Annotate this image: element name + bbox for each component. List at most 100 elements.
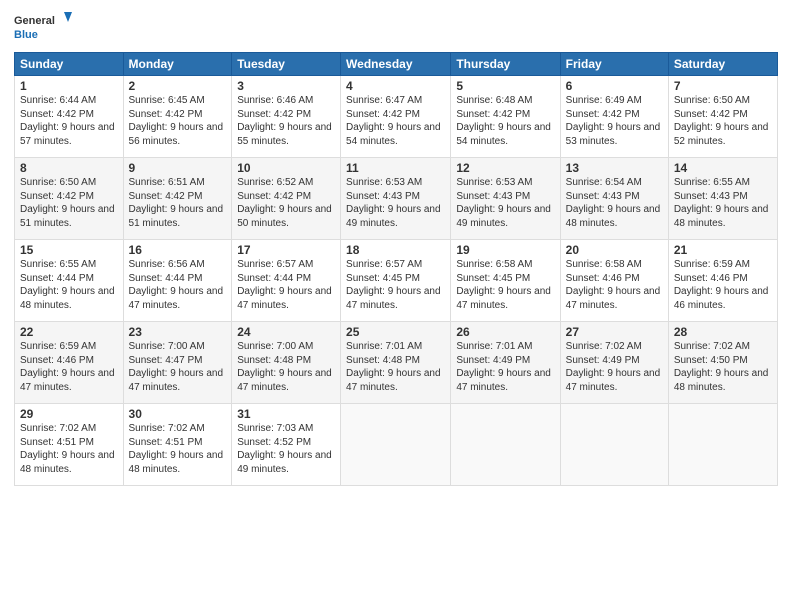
day-cell-19: 19Sunrise: 6:58 AMSunset: 4:45 PMDayligh… xyxy=(451,240,560,322)
day-cell-21: 21Sunrise: 6:59 AMSunset: 4:46 PMDayligh… xyxy=(668,240,777,322)
day-cell-29: 29Sunrise: 7:02 AMSunset: 4:51 PMDayligh… xyxy=(15,404,124,486)
day-info: Sunrise: 7:02 AMSunset: 4:51 PMDaylight:… xyxy=(20,422,118,476)
day-info: Sunrise: 6:58 AMSunset: 4:46 PMDaylight:… xyxy=(566,258,663,312)
logo: General Blue xyxy=(14,10,74,46)
day-number: 19 xyxy=(456,243,554,257)
day-cell-9: 9Sunrise: 6:51 AMSunset: 4:42 PMDaylight… xyxy=(123,158,232,240)
day-number: 28 xyxy=(674,325,772,339)
day-cell-2: 2Sunrise: 6:45 AMSunset: 4:42 PMDaylight… xyxy=(123,76,232,158)
day-number: 25 xyxy=(346,325,445,339)
day-number: 29 xyxy=(20,407,118,421)
day-info: Sunrise: 6:50 AMSunset: 4:42 PMDaylight:… xyxy=(674,94,772,148)
day-cell-1: 1Sunrise: 6:44 AMSunset: 4:42 PMDaylight… xyxy=(15,76,124,158)
day-number: 31 xyxy=(237,407,335,421)
day-cell-6: 6Sunrise: 6:49 AMSunset: 4:42 PMDaylight… xyxy=(560,76,668,158)
day-number: 22 xyxy=(20,325,118,339)
day-cell-4: 4Sunrise: 6:47 AMSunset: 4:42 PMDaylight… xyxy=(341,76,451,158)
header: General Blue xyxy=(14,10,778,46)
day-number: 24 xyxy=(237,325,335,339)
day-info: Sunrise: 6:51 AMSunset: 4:42 PMDaylight:… xyxy=(129,176,227,230)
day-cell-30: 30Sunrise: 7:02 AMSunset: 4:51 PMDayligh… xyxy=(123,404,232,486)
day-cell-15: 15Sunrise: 6:55 AMSunset: 4:44 PMDayligh… xyxy=(15,240,124,322)
day-info: Sunrise: 6:57 AMSunset: 4:45 PMDaylight:… xyxy=(346,258,445,312)
day-cell-18: 18Sunrise: 6:57 AMSunset: 4:45 PMDayligh… xyxy=(341,240,451,322)
day-number: 13 xyxy=(566,161,663,175)
day-number: 17 xyxy=(237,243,335,257)
day-number: 21 xyxy=(674,243,772,257)
day-cell-12: 12Sunrise: 6:53 AMSunset: 4:43 PMDayligh… xyxy=(451,158,560,240)
week-row-5: 29Sunrise: 7:02 AMSunset: 4:51 PMDayligh… xyxy=(15,404,778,486)
day-number: 4 xyxy=(346,79,445,93)
weekday-header-friday: Friday xyxy=(560,53,668,76)
day-info: Sunrise: 6:58 AMSunset: 4:45 PMDaylight:… xyxy=(456,258,554,312)
day-number: 2 xyxy=(129,79,227,93)
day-number: 14 xyxy=(674,161,772,175)
day-info: Sunrise: 7:01 AMSunset: 4:49 PMDaylight:… xyxy=(456,340,554,394)
day-info: Sunrise: 6:55 AMSunset: 4:43 PMDaylight:… xyxy=(674,176,772,230)
day-cell-17: 17Sunrise: 6:57 AMSunset: 4:44 PMDayligh… xyxy=(232,240,341,322)
day-info: Sunrise: 6:57 AMSunset: 4:44 PMDaylight:… xyxy=(237,258,335,312)
empty-cell xyxy=(668,404,777,486)
day-info: Sunrise: 6:53 AMSunset: 4:43 PMDaylight:… xyxy=(346,176,445,230)
day-number: 16 xyxy=(129,243,227,257)
day-number: 26 xyxy=(456,325,554,339)
day-info: Sunrise: 6:45 AMSunset: 4:42 PMDaylight:… xyxy=(129,94,227,148)
empty-cell xyxy=(451,404,560,486)
day-cell-8: 8Sunrise: 6:50 AMSunset: 4:42 PMDaylight… xyxy=(15,158,124,240)
day-number: 23 xyxy=(129,325,227,339)
day-cell-3: 3Sunrise: 6:46 AMSunset: 4:42 PMDaylight… xyxy=(232,76,341,158)
day-info: Sunrise: 6:52 AMSunset: 4:42 PMDaylight:… xyxy=(237,176,335,230)
day-number: 11 xyxy=(346,161,445,175)
day-info: Sunrise: 6:56 AMSunset: 4:44 PMDaylight:… xyxy=(129,258,227,312)
svg-text:Blue: Blue xyxy=(14,29,38,41)
weekday-header-tuesday: Tuesday xyxy=(232,53,341,76)
day-cell-20: 20Sunrise: 6:58 AMSunset: 4:46 PMDayligh… xyxy=(560,240,668,322)
week-row-2: 8Sunrise: 6:50 AMSunset: 4:42 PMDaylight… xyxy=(15,158,778,240)
day-cell-5: 5Sunrise: 6:48 AMSunset: 4:42 PMDaylight… xyxy=(451,76,560,158)
weekday-header-sunday: Sunday xyxy=(15,53,124,76)
week-row-1: 1Sunrise: 6:44 AMSunset: 4:42 PMDaylight… xyxy=(15,76,778,158)
week-row-4: 22Sunrise: 6:59 AMSunset: 4:46 PMDayligh… xyxy=(15,322,778,404)
day-number: 20 xyxy=(566,243,663,257)
day-number: 6 xyxy=(566,79,663,93)
day-info: Sunrise: 7:01 AMSunset: 4:48 PMDaylight:… xyxy=(346,340,445,394)
calendar-table: SundayMondayTuesdayWednesdayThursdayFrid… xyxy=(14,52,778,486)
day-cell-16: 16Sunrise: 6:56 AMSunset: 4:44 PMDayligh… xyxy=(123,240,232,322)
day-cell-31: 31Sunrise: 7:03 AMSunset: 4:52 PMDayligh… xyxy=(232,404,341,486)
day-cell-14: 14Sunrise: 6:55 AMSunset: 4:43 PMDayligh… xyxy=(668,158,777,240)
day-info: Sunrise: 6:55 AMSunset: 4:44 PMDaylight:… xyxy=(20,258,118,312)
day-info: Sunrise: 6:50 AMSunset: 4:42 PMDaylight:… xyxy=(20,176,118,230)
day-number: 3 xyxy=(237,79,335,93)
weekday-header-wednesday: Wednesday xyxy=(341,53,451,76)
day-number: 12 xyxy=(456,161,554,175)
day-info: Sunrise: 6:53 AMSunset: 4:43 PMDaylight:… xyxy=(456,176,554,230)
day-number: 27 xyxy=(566,325,663,339)
day-cell-24: 24Sunrise: 7:00 AMSunset: 4:48 PMDayligh… xyxy=(232,322,341,404)
day-info: Sunrise: 6:48 AMSunset: 4:42 PMDaylight:… xyxy=(456,94,554,148)
weekday-header-row: SundayMondayTuesdayWednesdayThursdayFrid… xyxy=(15,53,778,76)
day-cell-10: 10Sunrise: 6:52 AMSunset: 4:42 PMDayligh… xyxy=(232,158,341,240)
day-number: 1 xyxy=(20,79,118,93)
day-number: 15 xyxy=(20,243,118,257)
day-info: Sunrise: 6:54 AMSunset: 4:43 PMDaylight:… xyxy=(566,176,663,230)
day-info: Sunrise: 7:03 AMSunset: 4:52 PMDaylight:… xyxy=(237,422,335,476)
day-info: Sunrise: 7:02 AMSunset: 4:49 PMDaylight:… xyxy=(566,340,663,394)
weekday-header-saturday: Saturday xyxy=(668,53,777,76)
day-info: Sunrise: 7:00 AMSunset: 4:48 PMDaylight:… xyxy=(237,340,335,394)
day-info: Sunrise: 7:00 AMSunset: 4:47 PMDaylight:… xyxy=(129,340,227,394)
empty-cell xyxy=(341,404,451,486)
svg-text:General: General xyxy=(14,15,55,27)
day-info: Sunrise: 6:47 AMSunset: 4:42 PMDaylight:… xyxy=(346,94,445,148)
weekday-header-thursday: Thursday xyxy=(451,53,560,76)
day-number: 7 xyxy=(674,79,772,93)
generalblue-logo: General Blue xyxy=(14,10,74,46)
day-info: Sunrise: 7:02 AMSunset: 4:50 PMDaylight:… xyxy=(674,340,772,394)
day-cell-23: 23Sunrise: 7:00 AMSunset: 4:47 PMDayligh… xyxy=(123,322,232,404)
day-info: Sunrise: 7:02 AMSunset: 4:51 PMDaylight:… xyxy=(129,422,227,476)
day-cell-22: 22Sunrise: 6:59 AMSunset: 4:46 PMDayligh… xyxy=(15,322,124,404)
empty-cell xyxy=(560,404,668,486)
day-number: 30 xyxy=(129,407,227,421)
day-number: 9 xyxy=(129,161,227,175)
day-number: 10 xyxy=(237,161,335,175)
day-info: Sunrise: 6:59 AMSunset: 4:46 PMDaylight:… xyxy=(674,258,772,312)
